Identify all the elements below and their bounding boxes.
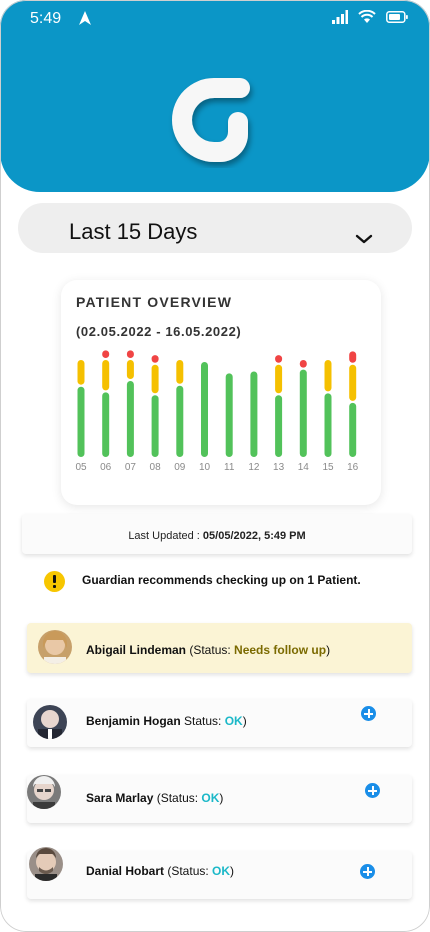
bar-warn-08 xyxy=(151,364,159,394)
x-tick-label: 09 xyxy=(174,462,186,473)
bar-warn-13 xyxy=(275,364,283,394)
add-icon[interactable] xyxy=(360,864,375,879)
patient-overview-chart: 05 06 07 08 09 10 11 12 13 14 15 16 xyxy=(75,350,359,473)
patient-name: Danial Hobart xyxy=(86,864,165,878)
patient-name-line: Danial Hobart (Status: OK) xyxy=(86,864,234,878)
avatar xyxy=(38,630,72,664)
add-icon[interactable] xyxy=(365,783,380,798)
app-header: 5:49 xyxy=(0,0,430,192)
bar-warn-15 xyxy=(324,360,332,392)
status-suffix: ) xyxy=(326,643,331,657)
recommendation-banner: Guardian recommends checking up on 1 Pat… xyxy=(44,570,414,592)
bar-ok-11 xyxy=(225,373,233,457)
bar-warn-07 xyxy=(126,360,134,379)
status-value: OK xyxy=(212,864,231,878)
patient-name: Abigail Lindeman xyxy=(86,643,187,657)
date-range-selector[interactable]: Last 15 Days xyxy=(18,203,412,253)
patient-name-line: Benjamin Hogan Status: OK) xyxy=(86,714,247,728)
bar-warn-16 xyxy=(349,364,357,401)
patient-name: Benjamin Hogan xyxy=(86,714,181,728)
x-tick-label: 11 xyxy=(224,462,235,473)
status-suffix: ) xyxy=(242,714,247,728)
status-prefix: (Status: xyxy=(186,643,235,657)
x-tick-label: 06 xyxy=(100,462,112,473)
recommendation-text: Guardian recommends checking up on 1 Pat… xyxy=(82,573,361,587)
bar-warn-05 xyxy=(77,360,85,385)
x-tick-label: 12 xyxy=(248,462,260,473)
x-tick-label: 10 xyxy=(199,462,211,473)
patient-card[interactable]: Sara Marlay (Status: OK) xyxy=(27,775,412,823)
bar-ok-08 xyxy=(151,395,159,457)
status-prefix: (Status: xyxy=(153,791,202,805)
status-value: OK xyxy=(201,791,220,805)
bar-critical-14 xyxy=(299,360,307,368)
bar-ok-06 xyxy=(102,392,110,457)
bar-critical-13 xyxy=(275,355,283,363)
bar-critical-07 xyxy=(126,350,134,358)
x-tick-label: 08 xyxy=(150,462,162,473)
x-tick-label: 13 xyxy=(273,462,285,473)
battery-icon xyxy=(386,11,408,23)
avatar xyxy=(33,705,67,739)
bar-ok-10 xyxy=(201,362,208,457)
patient-name-line: Sara Marlay (Status: OK) xyxy=(86,791,223,805)
x-tick-label: 16 xyxy=(347,462,359,473)
avatar xyxy=(29,847,63,881)
bar-critical-06 xyxy=(102,350,110,358)
avatar xyxy=(27,775,61,809)
bar-ok-09 xyxy=(176,385,184,457)
app-screen: 5:49 Last 15 Days PATIENT OVERVIEW (02.0… xyxy=(0,0,430,932)
patient-card[interactable]: Abigail Lindeman (Status: Needs follow u… xyxy=(27,623,412,673)
bar-ok-07 xyxy=(126,381,134,457)
patient-card[interactable]: Benjamin Hogan Status: OK) xyxy=(27,699,412,747)
status-prefix: (Status: xyxy=(164,864,213,878)
navigation-arrow-icon xyxy=(79,11,91,25)
bar-ok-12 xyxy=(250,371,258,457)
status-suffix: ) xyxy=(230,864,235,878)
wifi-icon xyxy=(358,10,376,23)
bar-critical-16 xyxy=(349,351,357,363)
status-prefix: Status: xyxy=(180,714,225,728)
patient-name-line: Abigail Lindeman (Status: Needs follow u… xyxy=(86,643,330,657)
bar-warn-09 xyxy=(176,360,184,384)
last-updated-label: Last Updated : xyxy=(128,530,203,542)
status-value: OK xyxy=(224,714,243,728)
bar-warn-06 xyxy=(102,360,110,391)
x-tick-label: 05 xyxy=(75,462,87,473)
chevron-down-icon[interactable] xyxy=(354,233,374,245)
guardian-logo xyxy=(172,78,250,162)
status-suffix: ) xyxy=(219,791,224,805)
bar-ok-13 xyxy=(275,395,283,457)
x-tick-label: 14 xyxy=(298,462,310,473)
bar-ok-14 xyxy=(299,369,307,457)
status-time: 5:49 xyxy=(30,10,62,27)
patient-card[interactable]: Danial Hobart (Status: OK) xyxy=(27,847,412,899)
patient-name: Sara Marlay xyxy=(86,791,154,805)
add-icon[interactable] xyxy=(361,706,376,721)
date-range-label: Last 15 Days xyxy=(69,219,198,244)
status-bar: 5:49 xyxy=(0,0,430,36)
bar-ok-05 xyxy=(77,386,85,457)
warning-icon xyxy=(44,571,65,592)
last-updated-bar: Last Updated : 05/05/2022, 5:49 PM xyxy=(22,514,412,554)
status-value: Needs follow up xyxy=(234,643,327,657)
bar-ok-15 xyxy=(324,393,332,457)
bar-ok-16 xyxy=(349,402,357,457)
last-updated-value: 05/05/2022, 5:49 PM xyxy=(202,530,306,542)
patient-overview-card: PATIENT OVERVIEW (02.05.2022 - 16.05.202… xyxy=(61,280,381,505)
signal-icon xyxy=(332,10,348,24)
bar-critical-08 xyxy=(151,355,159,363)
x-tick-label: 15 xyxy=(322,462,334,473)
x-tick-label: 07 xyxy=(125,462,137,473)
